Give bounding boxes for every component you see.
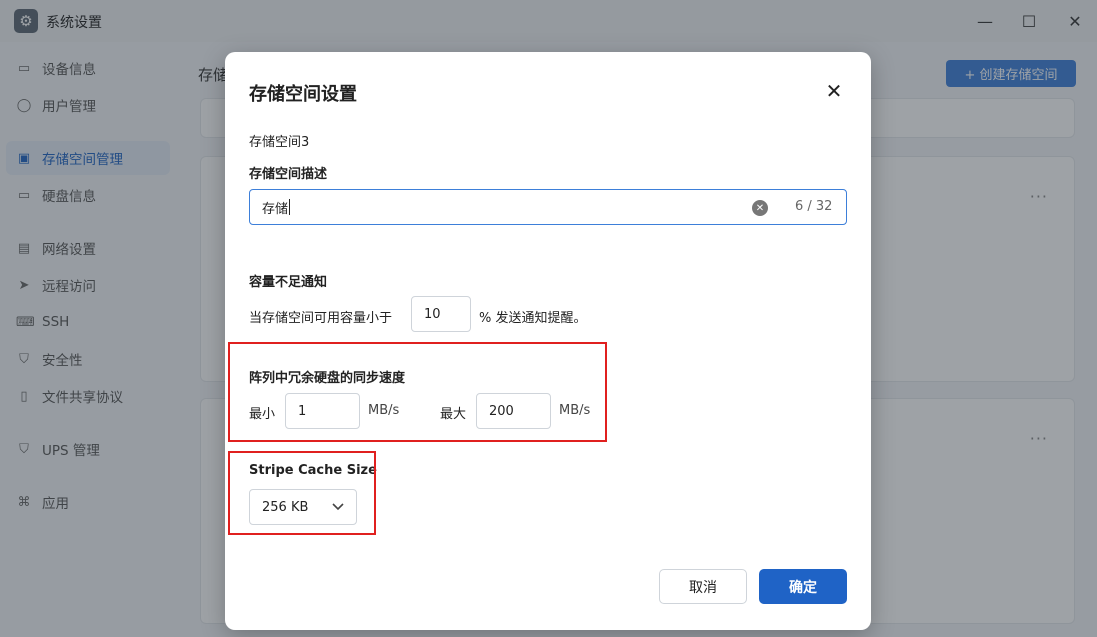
description-label: 存储空间描述 bbox=[249, 167, 328, 182]
clear-icon[interactable]: ✕ bbox=[752, 200, 768, 216]
char-counter: 6 / 32 bbox=[795, 199, 833, 214]
close-icon[interactable]: ✕ bbox=[823, 79, 845, 103]
cancel-button[interactable]: 取消 bbox=[659, 569, 747, 604]
description-value: 存储 bbox=[262, 201, 289, 217]
highlight-stripe-cache bbox=[228, 451, 376, 535]
dialog-title: 存储空间设置 bbox=[249, 84, 357, 105]
highlight-sync-speed bbox=[228, 342, 607, 442]
storage-name: 存储空间3 bbox=[249, 135, 310, 150]
notice-threshold-input[interactable]: 10 bbox=[411, 296, 471, 332]
confirm-button[interactable]: 确定 bbox=[759, 569, 847, 604]
text-caret bbox=[289, 199, 291, 215]
notice-label: 容量不足通知 bbox=[249, 275, 328, 290]
storage-settings-dialog: 存储空间设置 ✕ 存储空间3 存储空间描述 存储 ✕ 6 / 32 容量不足通知… bbox=[225, 52, 871, 630]
notice-prefix: 当存储空间可用容量小于 bbox=[249, 311, 393, 326]
notice-threshold-value: 10 bbox=[424, 306, 441, 322]
notice-suffix: % 发送通知提醒。 bbox=[479, 311, 587, 326]
description-input[interactable]: 存储 ✕ 6 / 32 bbox=[249, 189, 847, 225]
